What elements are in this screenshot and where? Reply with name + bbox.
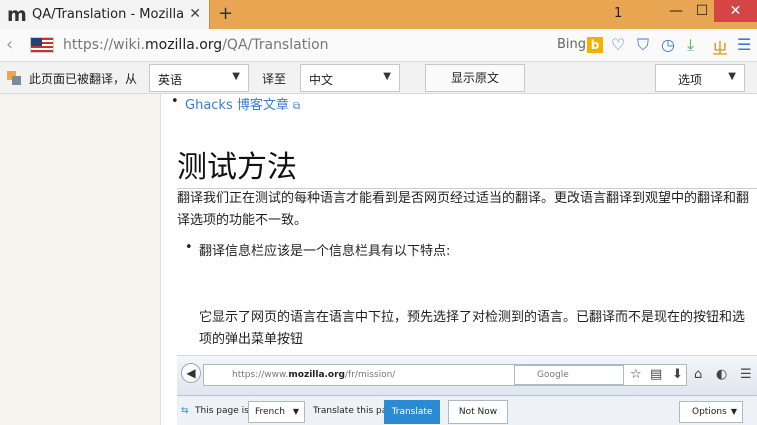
show-original-button[interactable]: 显示原文 bbox=[425, 64, 525, 92]
embedded-translate-button: Translate bbox=[384, 400, 440, 424]
embedded-search-box: Google bbox=[514, 365, 624, 385]
navigation-bar: ‹ https://wiki.mozilla.org/QA/Translatio… bbox=[0, 29, 757, 62]
target-language-select[interactable]: 中文 ▼ bbox=[300, 64, 400, 92]
target-language-value: 中文 bbox=[309, 73, 334, 87]
tab-title: QA/Translation - Mozilla... bbox=[32, 7, 184, 22]
back-icon[interactable]: ‹ bbox=[6, 34, 13, 55]
search-engine-label[interactable]: Bing bbox=[557, 37, 586, 52]
minimize-button[interactable]: — bbox=[664, 0, 688, 22]
heart-icon[interactable]: ♡ bbox=[611, 35, 625, 54]
embedded-language-select: French ▼ bbox=[248, 401, 305, 423]
options-button[interactable]: 选项 ▼ bbox=[655, 64, 745, 92]
translation-icon bbox=[7, 71, 21, 85]
embedded-not-now-button: Not Now bbox=[448, 400, 508, 424]
description-paragraph: 它显示了网页的语言在语言中下拉，预先选择了对检测到的语言。已翻译而不是现在的按钮… bbox=[199, 310, 746, 347]
us-flag-icon bbox=[30, 37, 54, 53]
chevron-down-icon: ▼ bbox=[730, 407, 737, 416]
embedded-url-domain: mozilla.org bbox=[288, 370, 346, 380]
embedded-nav-bar: ◀ https://www.mozilla.org/fr/mission/ g … bbox=[177, 356, 757, 396]
intro-paragraph: 翻译我们正在测试的每种语言才能看到是否网页经过适当的翻译。更改语言翻译到观望中的… bbox=[177, 191, 750, 228]
mozilla-logo-icon: m bbox=[7, 3, 27, 26]
left-sidebar bbox=[0, 94, 161, 425]
section-heading: 测试方法 bbox=[177, 142, 757, 189]
options-label: 选项 bbox=[678, 73, 703, 87]
chevron-down-icon: ▼ bbox=[232, 71, 240, 82]
maximize-button[interactable]: ☐ bbox=[690, 0, 714, 22]
star-icon: ☆ bbox=[630, 367, 642, 382]
history-clock-icon[interactable]: ◷ bbox=[661, 35, 675, 54]
embedded-url-path: /fr/mission/ bbox=[345, 370, 396, 380]
embedded-back-icon: ◀ bbox=[181, 363, 201, 383]
title-bar: m QA/Translation - Mozilla... ✕ + 1 — ☐ … bbox=[0, 0, 757, 29]
embedded-url-prefix: https://www. bbox=[232, 370, 289, 380]
translate-icon[interactable]: ㄓ bbox=[712, 35, 728, 59]
embedded-menu-icon: ☰ bbox=[740, 367, 752, 382]
browser-tab[interactable]: m QA/Translation - Mozilla... ✕ bbox=[0, 0, 210, 29]
clipboard-icon: ▤ bbox=[650, 367, 663, 382]
embedded-language-value: French bbox=[255, 407, 285, 417]
close-window-button[interactable]: ✕ bbox=[714, 0, 757, 22]
new-tab-button[interactable]: + bbox=[218, 3, 233, 24]
translation-message: 此页面已被翻译，从 bbox=[29, 72, 138, 86]
embedded-options-button: Options ▼ bbox=[679, 401, 743, 423]
chevron-down-icon: ▼ bbox=[383, 71, 391, 82]
tab-close-icon[interactable]: ✕ bbox=[189, 6, 201, 22]
menu-icon[interactable]: ☰ bbox=[737, 35, 751, 54]
list-item: 翻译信息栏应该是一个信息栏具有以下特点: bbox=[185, 240, 450, 259]
extension-icon: ◐ bbox=[716, 367, 728, 382]
ghacks-link[interactable]: Ghacks 博客文章 ⧉ bbox=[171, 94, 301, 113]
url-path: /QA/Translation bbox=[222, 37, 329, 53]
embedded-options-label: Options bbox=[692, 407, 727, 417]
source-language-value: 英语 bbox=[158, 73, 183, 87]
url-domain: mozilla.org bbox=[144, 37, 223, 53]
download-arrow-icon: ⬇ bbox=[672, 367, 683, 382]
bing-icon[interactable]: b bbox=[587, 37, 603, 53]
external-link-icon: ⧉ bbox=[293, 101, 301, 112]
address-bar[interactable]: https://wiki.mozilla.org/QA/Translation bbox=[63, 37, 329, 53]
source-language-select[interactable]: 英语 ▼ bbox=[149, 64, 249, 92]
ghacks-link-text: Ghacks 博客文章 bbox=[185, 98, 289, 113]
home-icon: ⌂ bbox=[694, 367, 703, 382]
embedded-translate-icon: ⇆ bbox=[181, 406, 189, 416]
embedded-translation-bar: ⇆ This page is in French ▼ Translate this… bbox=[177, 397, 757, 425]
chevron-down-icon: ▼ bbox=[728, 71, 736, 82]
bookmark-icon[interactable]: ⛉ bbox=[637, 35, 649, 55]
tab-counter: 1 bbox=[614, 6, 623, 21]
embedded-screenshot: ◀ https://www.mozilla.org/fr/mission/ g … bbox=[177, 355, 757, 425]
translate-to-label: 译至 bbox=[262, 72, 287, 86]
translation-bar: 此页面已被翻译，从 英语 ▼ 译至 中文 ▼ 显示原文 选项 ▼ bbox=[0, 62, 757, 94]
url-prefix: https://wiki. bbox=[63, 37, 145, 53]
download-icon[interactable]: ⤓ bbox=[687, 35, 694, 55]
chevron-down-icon: ▼ bbox=[292, 407, 299, 416]
